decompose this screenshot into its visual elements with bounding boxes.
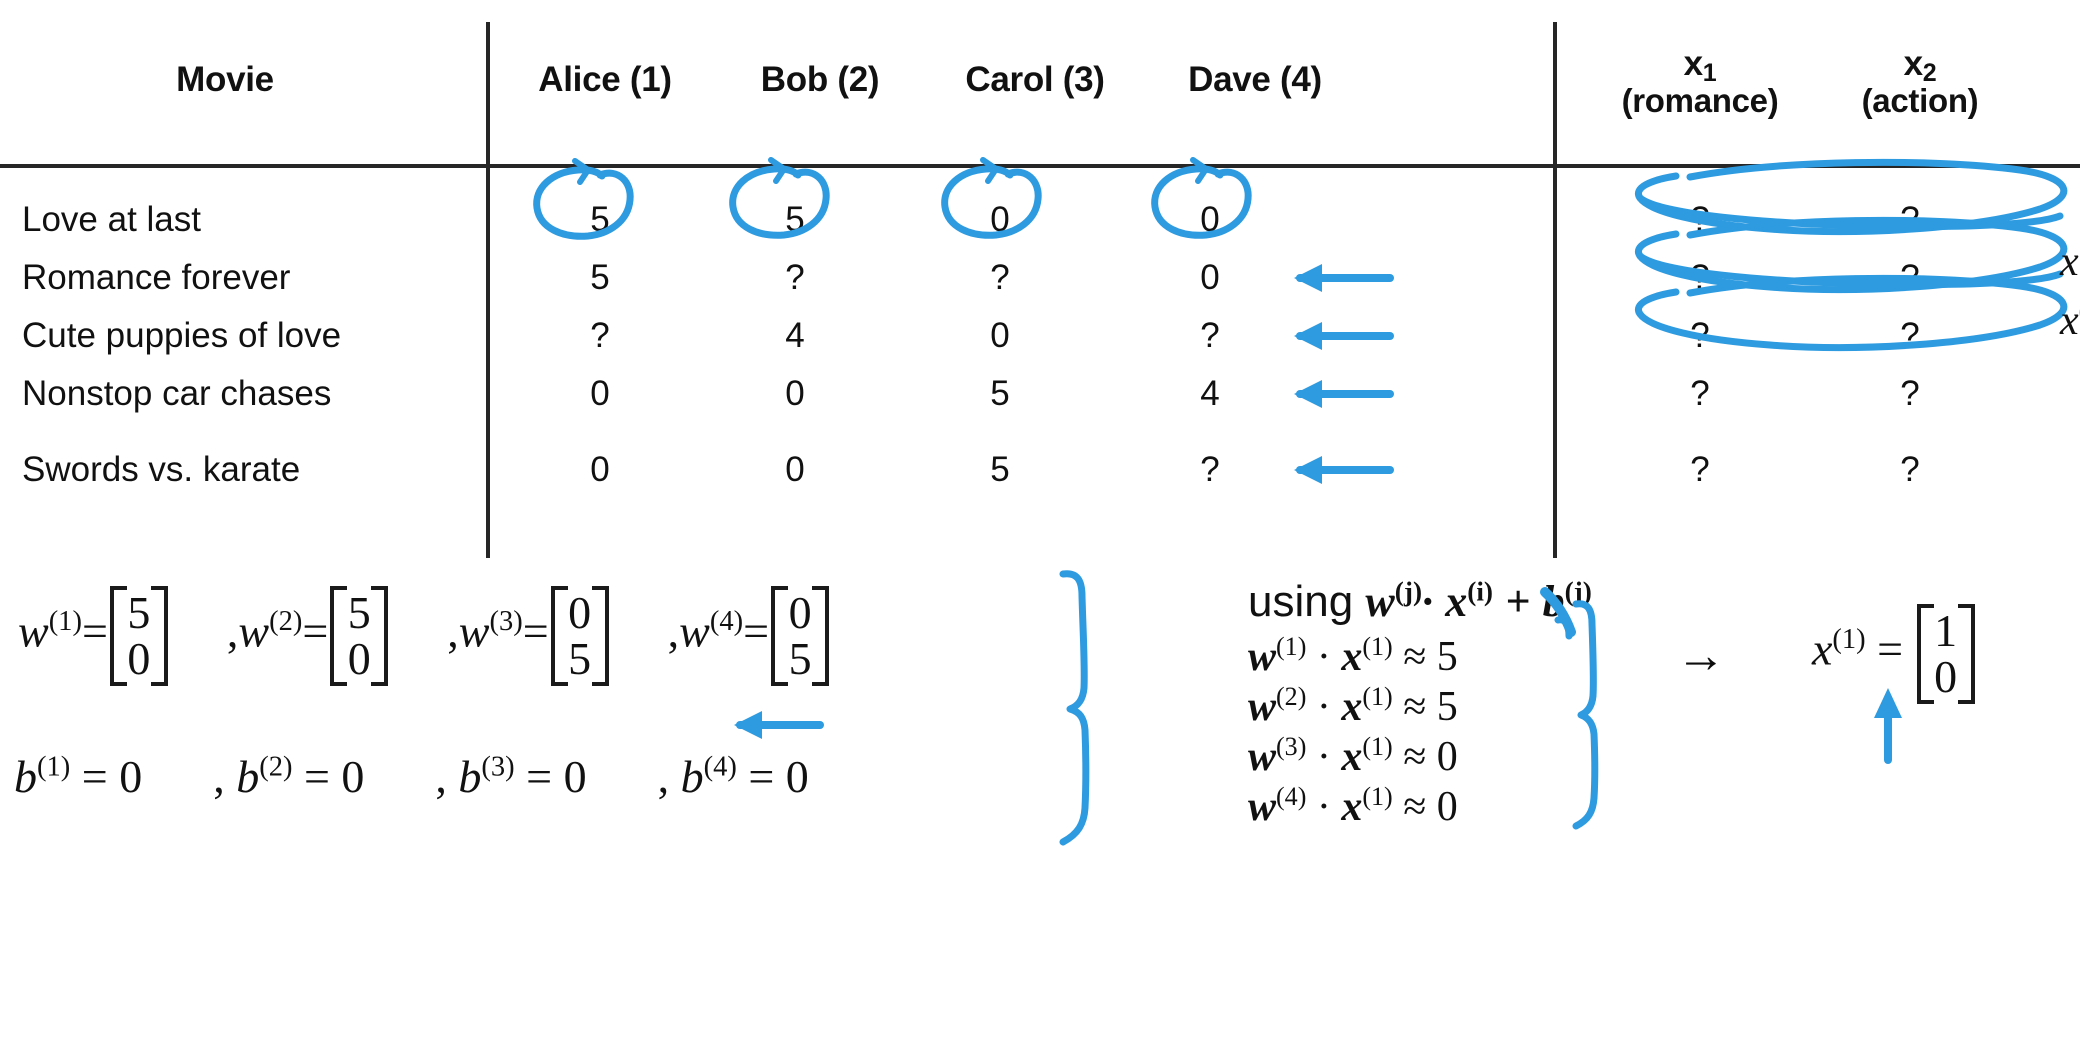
dot-product-line: w(1) · x(1) ≈ 5 bbox=[1248, 632, 1458, 680]
dot-product-line: w(4) · x(1) ≈ 0 bbox=[1248, 782, 1458, 830]
table-cell: 5 bbox=[990, 450, 1010, 489]
implies-arrow-icon: → bbox=[1676, 627, 1726, 683]
x2-caption: (action) bbox=[1861, 82, 1979, 120]
table-divider-right bbox=[1553, 22, 1557, 558]
row-arrow-icon bbox=[1294, 264, 1394, 292]
table-cell: 5 bbox=[590, 200, 610, 239]
column-header-x2-action: x2 (action) bbox=[1800, 44, 2040, 120]
bias-values-row: b(1) = 0 , b(2) = 0 , b(3) = 0 , b(4) = … bbox=[14, 750, 809, 803]
table-row-label: Love at last bbox=[22, 200, 201, 239]
ratings-table: Movie Alice (1) Bob (2) Carol (3) Dave (… bbox=[0, 0, 2080, 570]
table-cell: 0 bbox=[590, 374, 610, 413]
table-cell: 0 bbox=[785, 450, 805, 489]
row-arrow-icon bbox=[1294, 380, 1394, 408]
bias-arrow-icon bbox=[734, 711, 824, 739]
table-cell: 0 bbox=[990, 316, 1010, 355]
dot-product-line: w(3) · x(1) ≈ 0 bbox=[1248, 732, 1458, 780]
weight-vector-4: ,w(4)= 0 5 bbox=[668, 586, 831, 686]
table-cell: 5 bbox=[590, 258, 610, 297]
bias-1: b(1) = 0 bbox=[14, 751, 143, 802]
table-row-label: Nonstop car chases bbox=[22, 374, 332, 413]
x1-caption: (romance) bbox=[1621, 82, 1779, 120]
x1-subscript: 1 bbox=[1702, 59, 1717, 87]
brace-left-block bbox=[1059, 570, 1090, 846]
table-header-rule bbox=[0, 164, 2080, 168]
table-cell-feature: ? bbox=[1690, 316, 1710, 355]
table-row-label: Romance forever bbox=[22, 258, 291, 297]
using-label: using bbox=[1248, 577, 1354, 626]
column-header-alice: Alice (1) bbox=[538, 60, 672, 99]
column-header-movie: Movie bbox=[176, 60, 274, 99]
table-cell: 0 bbox=[590, 450, 610, 489]
table-cell: 5 bbox=[785, 200, 805, 239]
table-cell-feature: ? bbox=[1900, 450, 1920, 489]
edge-label-x-row2: x bbox=[2060, 239, 2079, 285]
table-divider-left bbox=[486, 22, 490, 558]
weight-vectors-row: w(1)= 5 0 ,w(2)= 5 0 ,w(3)= 0 5 ,w(4)= 0 5 bbox=[18, 586, 831, 686]
table-cell-feature: ? bbox=[1900, 374, 1920, 413]
table-cell: ? bbox=[590, 316, 610, 355]
bias-3: , b(3) = 0 bbox=[435, 751, 587, 802]
math-derivation-block: w(1)= 5 0 ,w(2)= 5 0 ,w(3)= 0 5 ,w(4)= 0 5 b(1) … bbox=[0, 570, 2080, 1058]
brace-dot-products bbox=[1572, 600, 1599, 830]
table-cell: ? bbox=[1200, 450, 1220, 489]
using-formula-line: using w(j)· x(i) + b(j) bbox=[1248, 576, 1592, 626]
weight-vector-1: w(1)= 5 0 bbox=[18, 586, 170, 686]
table-cell-feature: ? bbox=[1690, 374, 1710, 413]
table-cell: 5 bbox=[990, 374, 1010, 413]
x2-subscript: 2 bbox=[1922, 59, 1937, 87]
table-cell: 0 bbox=[1200, 258, 1220, 297]
table-cell-feature: ? bbox=[1690, 258, 1710, 297]
table-row-label: Cute puppies of love bbox=[22, 316, 342, 355]
row-arrow-icon bbox=[1294, 322, 1394, 350]
x1-symbol: x bbox=[1683, 44, 1703, 83]
table-cell-feature: ? bbox=[1900, 316, 1920, 355]
result-vector: x(1) = 10 bbox=[1812, 604, 1977, 704]
column-header-dave: Dave (4) bbox=[1188, 60, 1322, 99]
table-cell: ? bbox=[1200, 316, 1220, 355]
table-cell-feature: ? bbox=[1900, 200, 1920, 239]
edge-label-x-row3: x( bbox=[2060, 296, 2080, 344]
weight-vector-2: ,w(2)= 5 0 bbox=[227, 586, 390, 686]
table-cell: 4 bbox=[785, 316, 805, 355]
table-cell-feature: ? bbox=[1900, 258, 1920, 297]
column-header-x1-romance: x1 (romance) bbox=[1580, 44, 1820, 120]
table-cell-feature: ? bbox=[1690, 450, 1710, 489]
bias-2: , b(2) = 0 bbox=[213, 751, 365, 802]
table-cell: ? bbox=[990, 258, 1010, 297]
table-cell: ? bbox=[785, 258, 805, 297]
column-header-bob: Bob (2) bbox=[760, 60, 880, 99]
weight-vector-3: ,w(3)= 0 5 bbox=[447, 586, 610, 686]
table-row-label: Swords vs. karate bbox=[22, 450, 301, 489]
table-cell: 0 bbox=[990, 200, 1010, 239]
x2-symbol: x bbox=[1903, 44, 1923, 83]
table-cell: 4 bbox=[1200, 374, 1220, 413]
dot-product-line: w(2) · x(1) ≈ 5 bbox=[1248, 682, 1458, 730]
table-cell: 0 bbox=[785, 374, 805, 413]
table-cell-feature: ? bbox=[1690, 200, 1710, 239]
bias-4: , b(4) = 0 bbox=[657, 751, 809, 802]
table-cell: 0 bbox=[1200, 200, 1220, 239]
row-arrow-icon bbox=[1294, 456, 1394, 484]
column-header-carol: Carol (3) bbox=[965, 60, 1105, 99]
